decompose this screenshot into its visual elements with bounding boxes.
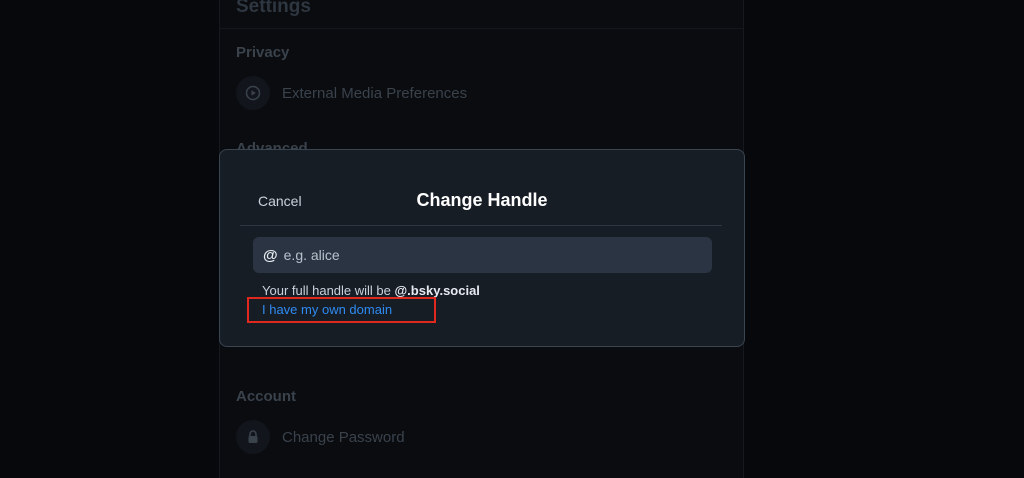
lock-icon bbox=[236, 420, 270, 454]
hint-handle: @.bsky.social bbox=[394, 283, 480, 298]
settings-header-divider bbox=[220, 28, 743, 29]
handle-input[interactable] bbox=[283, 247, 712, 263]
dialog-header-divider bbox=[240, 225, 722, 226]
row-change-password[interactable]: Change Password bbox=[236, 420, 405, 454]
handle-field[interactable]: @ bbox=[253, 237, 712, 273]
play-circle-icon bbox=[236, 76, 270, 110]
section-privacy: Privacy bbox=[236, 44, 290, 61]
highlight-box bbox=[247, 297, 436, 323]
dialog-title: Change Handle bbox=[416, 190, 548, 210]
row-label: Change Password bbox=[282, 428, 405, 446]
at-sign-icon: @ bbox=[263, 246, 278, 264]
hint-text: Your full handle will be bbox=[262, 283, 395, 298]
row-external-media-preferences[interactable]: External Media Preferences bbox=[236, 76, 467, 110]
full-handle-hint: Your full handle will be @.bsky.social bbox=[262, 283, 480, 298]
row-label: External Media Preferences bbox=[282, 84, 468, 102]
settings-title: Settings bbox=[236, 0, 311, 17]
change-handle-dialog: Cancel Change Handle @ Your full handle … bbox=[219, 149, 745, 347]
section-account: Account bbox=[236, 388, 296, 405]
